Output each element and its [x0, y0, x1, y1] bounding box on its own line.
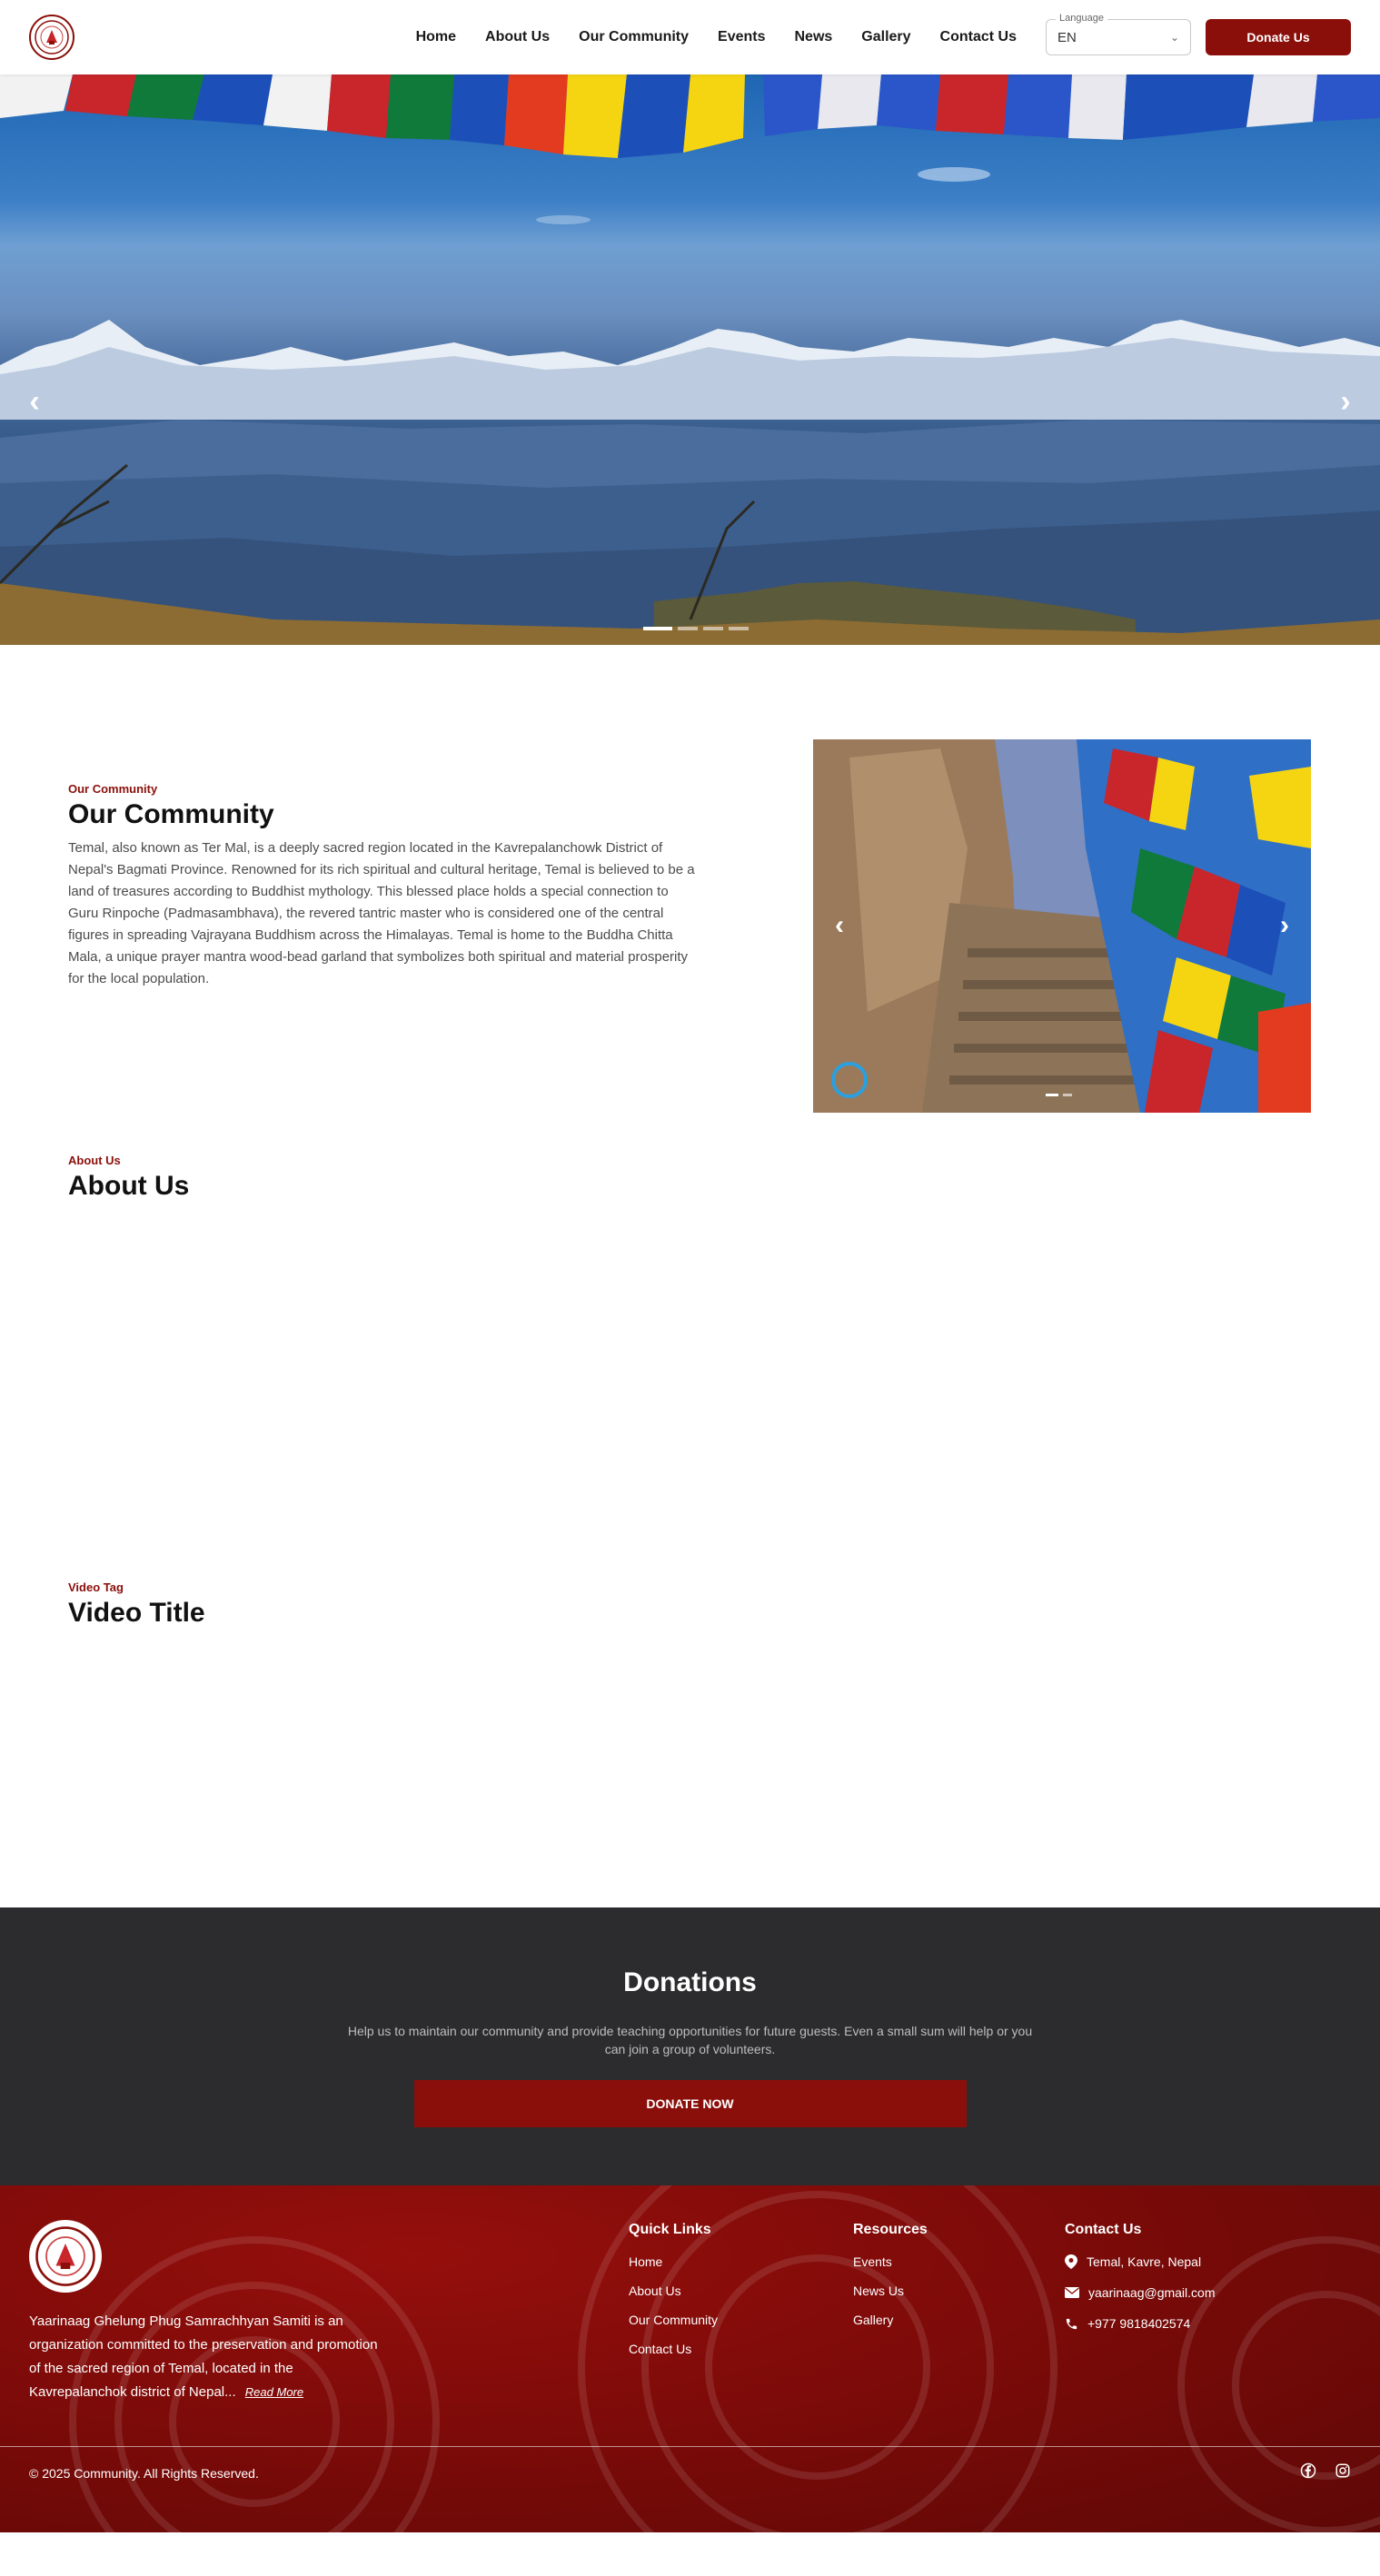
- footer-divider: [0, 2446, 1380, 2447]
- site-footer: Yaarinaag Ghelung Phug Samrachhyan Samit…: [0, 2185, 1380, 2532]
- donate-us-button[interactable]: Donate Us: [1206, 19, 1351, 55]
- phone-icon: [1066, 2318, 1077, 2329]
- footer-link-our-community[interactable]: Our Community: [629, 2313, 718, 2327]
- site-logo[interactable]: [29, 15, 74, 60]
- hero-pagination: [643, 627, 749, 630]
- community-section: Our Community Our Community Temal, also …: [0, 645, 1380, 1154]
- video-tag: Video Tag: [68, 1580, 124, 1594]
- contact-email[interactable]: yaarinaag@gmail.com: [1065, 2285, 1216, 2300]
- donations-text: Help us to maintain our community and pr…: [347, 2024, 1033, 2056]
- community-tag: Our Community: [68, 782, 158, 796]
- contact-email-text: yaarinaag@gmail.com: [1088, 2285, 1216, 2300]
- contact-column: Contact Us Temal, Kavre, Nepal yaarinaag…: [1065, 2222, 1216, 2347]
- footer-about: Yaarinaag Ghelung Phug Samrachhyan Samit…: [29, 2310, 383, 2404]
- contact-title: Contact Us: [1065, 2222, 1142, 2237]
- footer-link-home[interactable]: Home: [629, 2254, 718, 2269]
- footer-logo[interactable]: [29, 2220, 102, 2293]
- community-dot-1[interactable]: [1046, 1094, 1058, 1096]
- donations-section: Donations Help us to maintain our commun…: [0, 1907, 1380, 2185]
- donations-title: Donations: [623, 1967, 757, 1997]
- hero-dot-1[interactable]: [643, 627, 672, 630]
- quick-links-title: Quick Links: [629, 2222, 711, 2237]
- video-title: Video Title: [68, 1598, 205, 1628]
- hero-carousel: ‹ ›: [0, 74, 1380, 645]
- read-more-link[interactable]: Read More: [245, 2385, 303, 2399]
- facebook-icon[interactable]: [1300, 2462, 1316, 2479]
- community-dot-2[interactable]: [1063, 1094, 1072, 1096]
- site-header: Home About Us Our Community Events News …: [0, 0, 1380, 74]
- language-label: Language: [1056, 13, 1107, 24]
- instagram-icon[interactable]: [1335, 2462, 1351, 2479]
- hero-prev-arrow[interactable]: ‹: [16, 383, 53, 420]
- footer-link-contact-us[interactable]: Contact Us: [629, 2342, 718, 2356]
- community-next-arrow[interactable]: ›: [1280, 910, 1289, 941]
- nav-events[interactable]: Events: [718, 29, 765, 45]
- footer-link-events[interactable]: Events: [853, 2254, 928, 2269]
- community-image: [813, 739, 1311, 1113]
- language-value: EN: [1057, 29, 1077, 45]
- about-section: About Us About Us: [0, 1154, 1380, 1580]
- nav-our-community[interactable]: Our Community: [579, 29, 689, 45]
- footer-link-gallery[interactable]: Gallery: [853, 2313, 928, 2327]
- about-tag: About Us: [68, 1154, 121, 1167]
- footer-about-text: Yaarinaag Ghelung Phug Samrachhyan Samit…: [29, 2313, 378, 2400]
- about-title: About Us: [68, 1171, 190, 1201]
- nav-home[interactable]: Home: [416, 29, 456, 45]
- contact-address: Temal, Kavre, Nepal: [1065, 2254, 1216, 2269]
- community-title: Our Community: [68, 799, 274, 829]
- location-pin-icon: [1065, 2254, 1077, 2269]
- community-body: Temal, also known as Ter Mal, is a deepl…: [68, 840, 695, 986]
- envelope-icon: [1065, 2287, 1079, 2298]
- hero-dot-2[interactable]: [678, 627, 698, 630]
- prayer-flags: [0, 74, 1380, 158]
- chevron-down-icon: ⌄: [1169, 31, 1179, 44]
- quick-links-column: Quick Links Home About Us Our Community …: [629, 2222, 718, 2371]
- community-text-block: Our Community Our Community Temal, also …: [68, 782, 695, 990]
- emblem-icon: [35, 2226, 95, 2286]
- community-pagination: [1046, 1094, 1072, 1096]
- contact-phone[interactable]: +977 9818402574: [1065, 2316, 1216, 2331]
- social-links: [1300, 2462, 1351, 2479]
- hero-dot-4[interactable]: [729, 627, 749, 630]
- contact-address-text: Temal, Kavre, Nepal: [1087, 2254, 1202, 2269]
- donate-now-button[interactable]: DONATE NOW: [413, 2080, 967, 2127]
- footer-link-news[interactable]: News Us: [853, 2284, 928, 2298]
- main-nav: Home About Us Our Community Events News …: [416, 29, 1017, 45]
- hero-dot-3[interactable]: [703, 627, 723, 630]
- contact-phone-text: +977 9818402574: [1087, 2316, 1191, 2331]
- language-select[interactable]: Language EN ⌄: [1046, 13, 1191, 55]
- resources-title: Resources: [853, 2222, 928, 2237]
- copyright-text: © 2025 Community. All Rights Reserved.: [29, 2466, 259, 2481]
- nav-about-us[interactable]: About Us: [485, 29, 550, 45]
- hero-next-arrow[interactable]: ›: [1327, 383, 1364, 420]
- hero-image: [0, 74, 1380, 645]
- video-section: Video Tag Video Title: [0, 1580, 1380, 1907]
- emblem-icon: [35, 20, 69, 54]
- nav-gallery[interactable]: Gallery: [861, 29, 910, 45]
- nav-news[interactable]: News: [794, 29, 832, 45]
- community-prev-arrow[interactable]: ‹: [835, 910, 844, 941]
- community-carousel: ‹ ›: [813, 739, 1311, 1113]
- footer-link-about-us[interactable]: About Us: [629, 2284, 718, 2298]
- nav-contact-us[interactable]: Contact Us: [940, 29, 1017, 45]
- resources-column: Resources Events News Us Gallery: [853, 2222, 928, 2342]
